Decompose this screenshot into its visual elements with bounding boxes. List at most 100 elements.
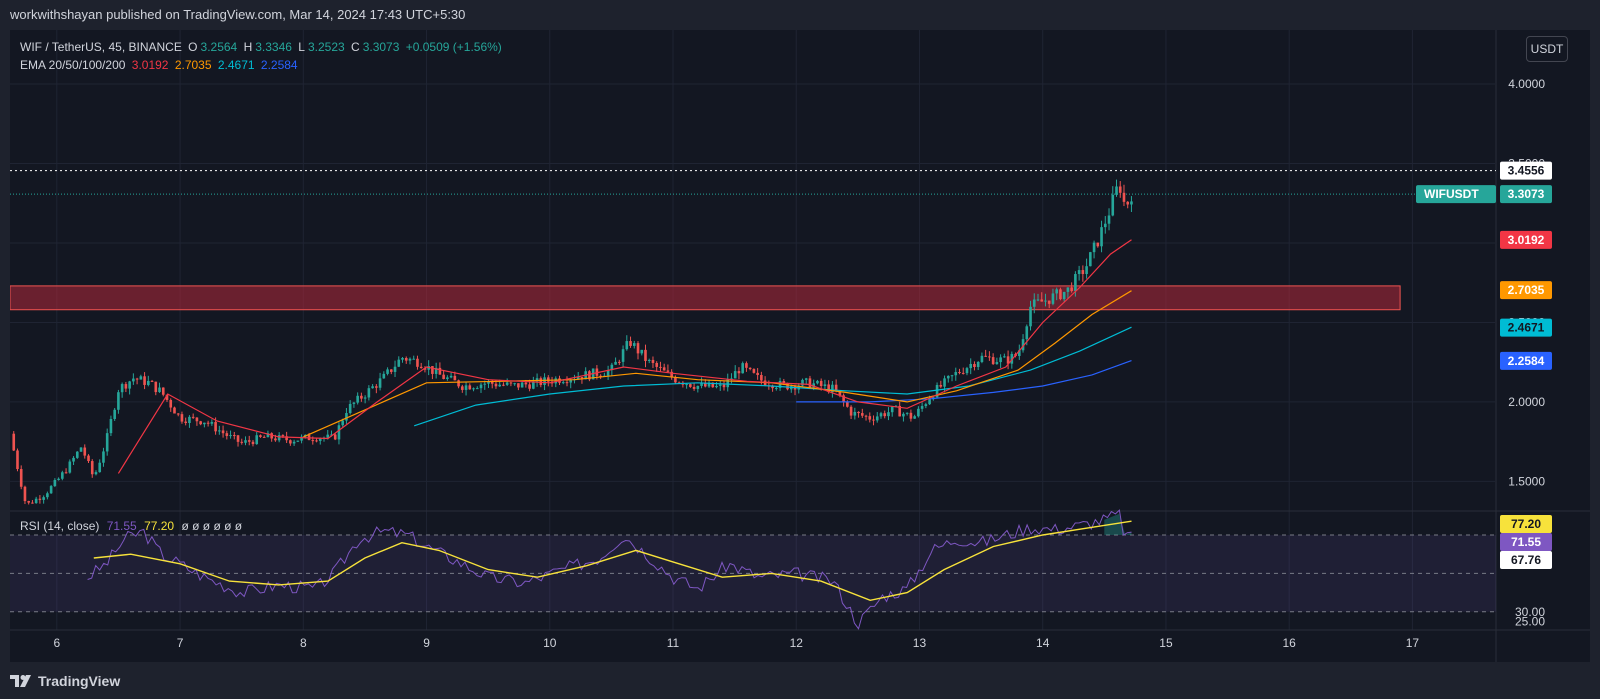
candle-body (475, 388, 479, 390)
candle-body (625, 341, 629, 350)
candle-body (94, 472, 98, 475)
candle-body (905, 412, 909, 414)
chart-frame[interactable]: 1.50002.00002.50003.50004.000025.0030.00… (10, 30, 1590, 662)
time-tick-label: 11 (667, 636, 680, 650)
candle-body (225, 433, 229, 436)
candle-body (991, 357, 995, 365)
candle-body (890, 406, 894, 413)
candle-body (498, 384, 502, 387)
candle-body (561, 382, 565, 384)
candle-body (1055, 289, 1058, 294)
currency-button[interactable]: USDT (1526, 36, 1568, 62)
rsi-ma-value: 77.20 (144, 519, 175, 533)
candle-body (920, 406, 924, 409)
chart-canvas[interactable]: 1.50002.00002.50003.50004.000025.0030.00… (10, 30, 1590, 662)
candle-body (419, 366, 423, 369)
ema-row: EMA 20/50/100/200 3.0192 2.7035 2.4671 2… (20, 56, 505, 74)
change-value: +0.0509 (+1.56%) (405, 40, 502, 54)
candle-body (513, 383, 516, 385)
candle-body (546, 377, 550, 382)
candle-body (696, 385, 700, 389)
candle-body (431, 366, 434, 374)
candle-body (928, 399, 931, 405)
candle-body (524, 382, 528, 385)
ema-badge: 2.2584 (1508, 354, 1545, 368)
candle-body (57, 478, 60, 480)
candle-body (19, 469, 23, 487)
candle-body (1036, 299, 1040, 301)
tradingview-brand[interactable]: TradingView (38, 673, 120, 689)
candle-body (229, 435, 232, 437)
close-label: C (351, 40, 360, 54)
candle-body (902, 413, 905, 417)
candle-body (1077, 270, 1081, 275)
candle-body (87, 455, 90, 462)
candle-body (819, 380, 823, 387)
candle-body (79, 447, 83, 452)
candle-body (345, 413, 348, 421)
candle-body (203, 422, 206, 425)
candle-body (565, 382, 569, 384)
candle-body (214, 422, 217, 432)
candle-body (442, 374, 445, 380)
candle-body (965, 368, 969, 374)
candle-body (236, 435, 240, 442)
candle-body (808, 378, 812, 388)
time-tick-label: 17 (1406, 636, 1420, 650)
candle-body (188, 416, 191, 423)
candle-body (883, 413, 887, 417)
candle-body (479, 384, 483, 389)
candle-body (292, 441, 296, 444)
candle-body (109, 418, 113, 434)
candle-body (958, 372, 961, 374)
candle-body (946, 375, 950, 379)
candle-body (659, 366, 662, 368)
candle-body (38, 498, 42, 500)
candle-body (887, 412, 890, 417)
symbol-label[interactable]: WIF / TetherUS, 45, BINANCE (20, 40, 182, 54)
candle-body (180, 414, 184, 422)
candle-body (12, 433, 16, 451)
candle-body (640, 349, 644, 354)
candle-body (954, 372, 958, 376)
candle-body (83, 447, 87, 456)
candle-body (1111, 194, 1115, 216)
candle-body (382, 373, 386, 379)
candle-body (1126, 201, 1130, 205)
rsi-empty-values: ø ø ø ø ø ø (181, 519, 243, 533)
candle-body (378, 378, 382, 388)
candle-body (636, 343, 640, 354)
candle-body (34, 498, 38, 504)
candle-body (393, 366, 397, 372)
candle-body (61, 472, 64, 479)
candle-body (27, 501, 30, 503)
rsi-label[interactable]: RSI (14, close) (20, 519, 99, 533)
candle-body (674, 377, 677, 383)
candle-body (348, 403, 352, 414)
candle-body (879, 413, 883, 417)
ema50-line (303, 290, 1132, 438)
candle-body (1040, 299, 1044, 302)
candle-body (853, 411, 857, 416)
current-price-badge-prefix: WIFUSDT (1424, 187, 1479, 201)
candle-body (31, 502, 34, 504)
ema-label[interactable]: EMA 20/50/100/200 (20, 58, 125, 72)
footer: TradingView (10, 670, 120, 692)
time-tick-label: 14 (1036, 636, 1050, 650)
candle-body (752, 369, 756, 373)
time-tick-label: 16 (1283, 636, 1297, 650)
candle-body (689, 384, 692, 387)
open-label: O (188, 40, 198, 54)
candle-body (973, 363, 976, 367)
candle-body (917, 408, 920, 417)
candle-body (756, 372, 759, 376)
candle-body (1085, 266, 1088, 275)
candle-body (367, 388, 371, 398)
candle-body (375, 386, 378, 388)
candle-body (1025, 326, 1029, 340)
candle-body (173, 407, 176, 414)
candle-body (113, 409, 116, 419)
candle-body (143, 376, 146, 385)
candle-body (1081, 270, 1085, 275)
candle-body (363, 397, 367, 399)
